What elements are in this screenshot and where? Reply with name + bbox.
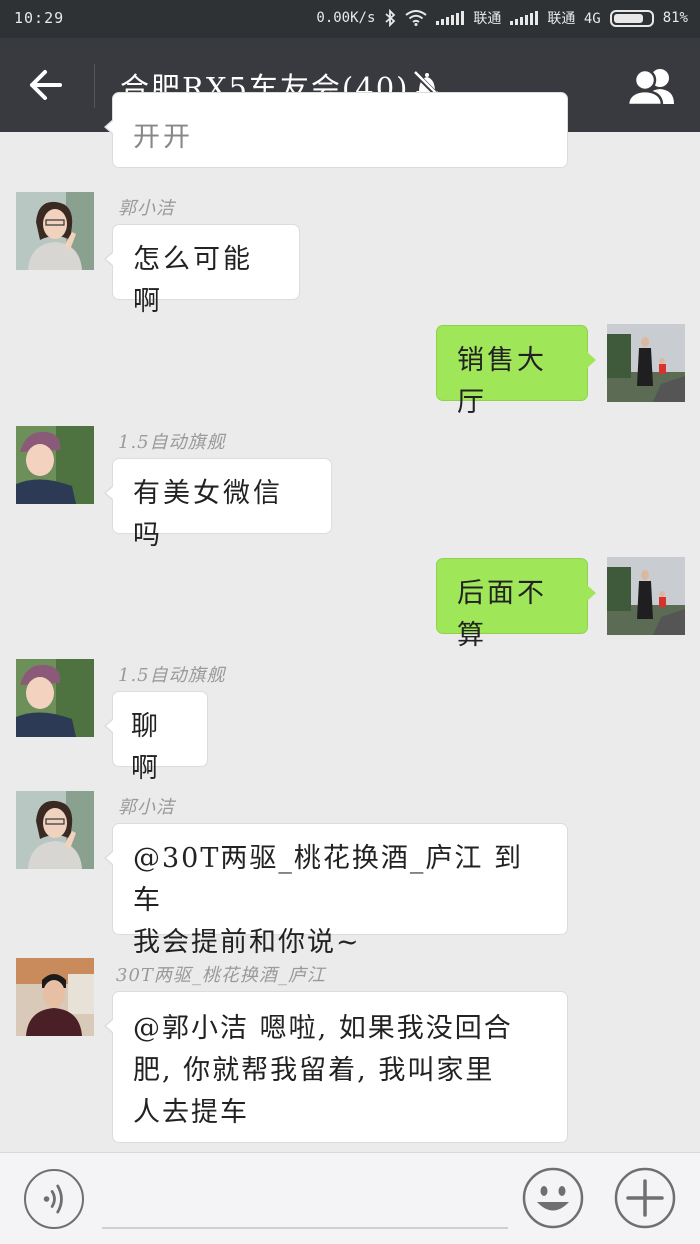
- sender-name: 1.5自动旗舰: [118, 432, 226, 453]
- voice-icon[interactable]: [24, 1169, 84, 1229]
- input-bar: [0, 1152, 700, 1244]
- group-icon[interactable]: [624, 66, 682, 106]
- carrier-2: 联通 4G: [547, 11, 601, 27]
- message-bubble[interactable]: 怎么可能啊: [104, 224, 300, 317]
- message-bubble[interactable]: 聊啊: [104, 691, 208, 784]
- message-bubble[interactable]: 销售大厅: [436, 325, 596, 418]
- emoji-icon[interactable]: [522, 1167, 584, 1229]
- message-text: 开开: [133, 122, 193, 153]
- battery-percent: 81%: [662, 10, 688, 26]
- message-text: 销售大厅: [457, 345, 547, 418]
- sender-name: 郭小洁: [118, 797, 175, 818]
- message-bubble[interactable]: 有美女微信吗: [104, 458, 332, 551]
- child-avatar[interactable]: [16, 426, 94, 504]
- message-text-line: 人去提车: [133, 1097, 249, 1128]
- message-bubble[interactable]: 开开: [104, 92, 568, 168]
- message-bubble[interactable]: @郭小洁 嗯啦, 如果我没回合 肥, 你就帮我留着, 我叫家里 人去提车: [104, 991, 568, 1143]
- message-text-line: 肥, 你就帮我留着, 我叫家里: [133, 1055, 495, 1086]
- sender-name: 30T两驱_桃花换酒_庐江: [116, 965, 326, 986]
- network-speed: 0.00K/s: [316, 10, 376, 26]
- carrier-1: 联通: [473, 11, 502, 27]
- sender-name: 1.5自动旗舰: [118, 665, 226, 686]
- message-text-line: @郭小洁 嗯啦, 如果我没回合: [133, 1013, 513, 1044]
- message-text-line: 我会提前和你说~: [133, 927, 361, 958]
- wifi-icon: [405, 10, 428, 26]
- message-text: 聊啊: [131, 711, 161, 784]
- message-bubble[interactable]: 后面不算: [436, 558, 596, 651]
- child-avatar[interactable]: [16, 659, 94, 737]
- man-avatar[interactable]: [16, 958, 94, 1036]
- message-bubble[interactable]: @30T两驱_桃花换酒_庐江 到车 我会提前和你说~: [104, 823, 568, 958]
- message-text-line: @30T两驱_桃花换酒_庐江 到车: [133, 843, 523, 916]
- woman-avatar[interactable]: [16, 192, 94, 270]
- message-text: 后面不算: [457, 578, 547, 651]
- woman-avatar[interactable]: [16, 791, 94, 869]
- status-bar: 10:29 0.00K/s 联通 联通 4G 81%: [0, 0, 700, 38]
- outdoor-avatar[interactable]: [607, 557, 685, 635]
- message-input[interactable]: [102, 1227, 508, 1229]
- plus-icon[interactable]: [614, 1167, 676, 1229]
- bluetooth-icon: [385, 9, 396, 27]
- status-time: 10:29: [14, 9, 65, 27]
- signal-icon: [510, 11, 539, 25]
- message-text: 怎么可能啊: [133, 244, 253, 317]
- sender-name: 郭小洁: [118, 198, 175, 219]
- header-divider: [94, 64, 95, 108]
- message-text: 有美女微信吗: [133, 478, 283, 551]
- signal-icon: [436, 11, 465, 25]
- outdoor-avatar[interactable]: [607, 324, 685, 402]
- battery-icon: [609, 9, 654, 27]
- arrow-left-icon[interactable]: [24, 64, 70, 106]
